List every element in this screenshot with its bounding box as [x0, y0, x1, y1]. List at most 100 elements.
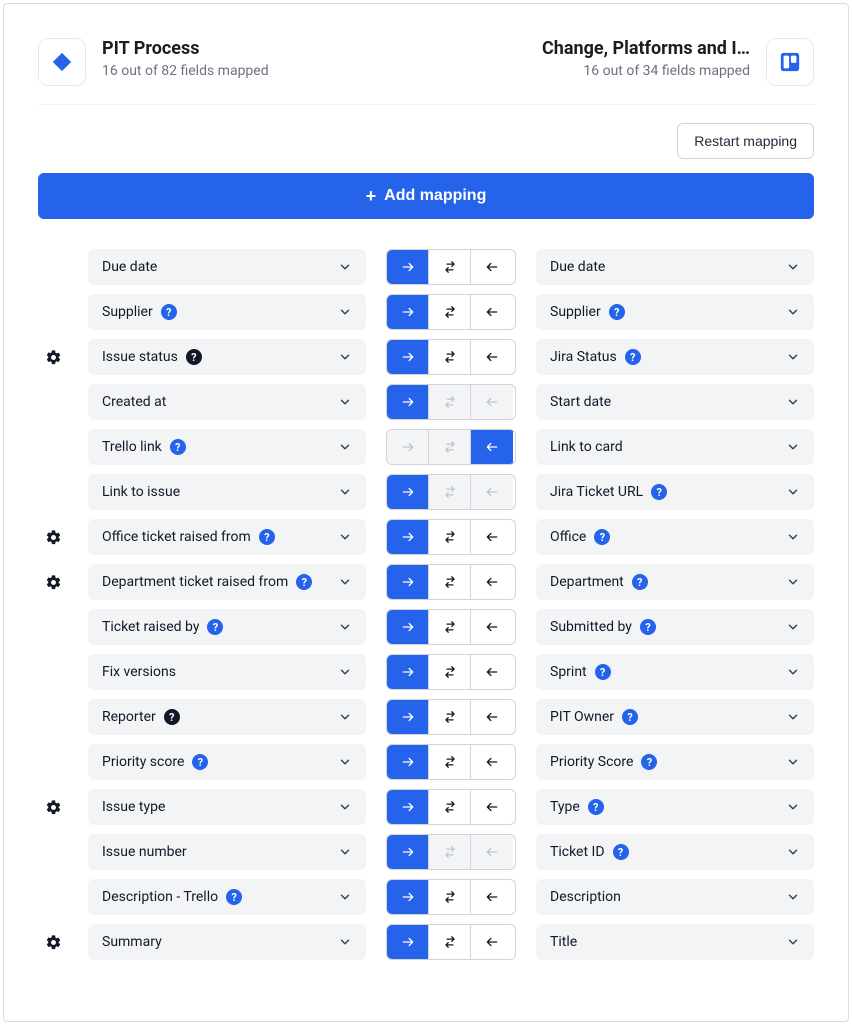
field-select-right[interactable]: Jira Status? [536, 339, 814, 375]
direction-right-button[interactable] [387, 565, 429, 599]
field-select-left[interactable]: Supplier? [88, 294, 366, 330]
field-select-right[interactable]: Supplier? [536, 294, 814, 330]
direction-both-button[interactable] [429, 295, 471, 329]
direction-left-button[interactable] [471, 340, 513, 374]
field-select-left[interactable]: Office ticket raised from? [88, 519, 366, 555]
direction-left-button[interactable] [471, 520, 513, 554]
header: PIT Process 16 out of 82 fields mapped C… [38, 38, 814, 105]
field-select-left[interactable]: Description - Trello? [88, 879, 366, 915]
direction-both-button[interactable] [429, 610, 471, 644]
field-label: Due date [102, 259, 157, 275]
direction-toggle [386, 384, 516, 420]
field-select-left[interactable]: Summary [88, 924, 366, 960]
field-label: Office ticket raised from [102, 529, 251, 545]
field-select-right[interactable]: Submitted by? [536, 609, 814, 645]
direction-both-button[interactable] [429, 790, 471, 824]
direction-right-button[interactable] [387, 250, 429, 284]
direction-both-button[interactable] [429, 700, 471, 734]
chevron-down-icon [786, 575, 800, 589]
direction-left-button[interactable] [471, 745, 513, 779]
direction-right-button[interactable] [387, 835, 429, 869]
direction-toggle [386, 924, 516, 960]
direction-left-button[interactable] [471, 880, 513, 914]
direction-right-button[interactable] [387, 880, 429, 914]
field-select-left[interactable]: Priority score? [88, 744, 366, 780]
field-select-right[interactable]: Type? [536, 789, 814, 825]
field-label: Reporter [102, 709, 156, 725]
restart-mapping-button[interactable]: Restart mapping [677, 123, 814, 159]
info-icon: ? [595, 664, 611, 680]
chevron-down-icon [338, 530, 352, 544]
direction-right-button[interactable] [387, 475, 429, 509]
chevron-down-icon [786, 935, 800, 949]
field-select-right[interactable]: Sprint? [536, 654, 814, 690]
direction-right-button[interactable] [387, 295, 429, 329]
direction-left-button[interactable] [471, 790, 513, 824]
direction-left-button[interactable] [471, 295, 513, 329]
direction-both-button[interactable] [429, 925, 471, 959]
field-select-right[interactable]: Start date [536, 384, 814, 420]
field-select-left[interactable]: Reporter? [88, 699, 366, 735]
gear-icon[interactable] [45, 799, 62, 816]
gear-icon[interactable] [45, 349, 62, 366]
direction-left-button[interactable] [471, 700, 513, 734]
field-select-left[interactable]: Link to issue [88, 474, 366, 510]
direction-both-button[interactable] [429, 880, 471, 914]
field-select-left[interactable]: Issue type [88, 789, 366, 825]
direction-both-button[interactable] [429, 655, 471, 689]
direction-left-button[interactable] [471, 925, 513, 959]
direction-right-button[interactable] [387, 340, 429, 374]
field-select-right[interactable]: Description [536, 879, 814, 915]
direction-right-button[interactable] [387, 655, 429, 689]
settings-slot [38, 924, 68, 960]
field-select-right[interactable]: Link to card [536, 429, 814, 465]
direction-right-button[interactable] [387, 385, 429, 419]
gear-icon[interactable] [45, 934, 62, 951]
direction-left-button[interactable] [471, 430, 513, 464]
field-select-right[interactable]: Department? [536, 564, 814, 600]
field-select-right[interactable]: Title [536, 924, 814, 960]
direction-both-button[interactable] [429, 340, 471, 374]
field-select-left[interactable]: Issue number [88, 834, 366, 870]
gear-icon[interactable] [45, 574, 62, 591]
direction-left-button [471, 835, 513, 869]
add-mapping-button[interactable]: + Add mapping [38, 173, 814, 219]
direction-right-button[interactable] [387, 520, 429, 554]
chevron-down-icon [338, 890, 352, 904]
direction-right-button[interactable] [387, 790, 429, 824]
field-select-right[interactable]: Ticket ID? [536, 834, 814, 870]
direction-right-button[interactable] [387, 610, 429, 644]
direction-left-button[interactable] [471, 565, 513, 599]
field-select-left[interactable]: Trello link? [88, 429, 366, 465]
direction-both-button [429, 430, 471, 464]
field-select-right[interactable]: Priority Score? [536, 744, 814, 780]
chevron-down-icon [338, 485, 352, 499]
direction-both-button[interactable] [429, 565, 471, 599]
field-select-right[interactable]: Jira Ticket URL? [536, 474, 814, 510]
field-select-left[interactable]: Fix versions [88, 654, 366, 690]
chevron-down-icon [786, 260, 800, 274]
settings-slot [38, 744, 68, 780]
field-select-right[interactable]: Due date [536, 249, 814, 285]
direction-both-button[interactable] [429, 745, 471, 779]
info-icon: ? [192, 754, 208, 770]
field-select-left[interactable]: Department ticket raised from? [88, 564, 366, 600]
field-select-left[interactable]: Issue status? [88, 339, 366, 375]
direction-both-button[interactable] [429, 250, 471, 284]
direction-left-button[interactable] [471, 250, 513, 284]
field-label: Start date [550, 394, 611, 410]
info-icon: ? [207, 619, 223, 635]
direction-right-button[interactable] [387, 700, 429, 734]
field-select-right[interactable]: PIT Owner? [536, 699, 814, 735]
direction-both-button[interactable] [429, 520, 471, 554]
field-select-left[interactable]: Due date [88, 249, 366, 285]
field-label: Type [550, 799, 580, 815]
field-select-left[interactable]: Ticket raised by? [88, 609, 366, 645]
field-select-left[interactable]: Created at [88, 384, 366, 420]
field-select-right[interactable]: Office? [536, 519, 814, 555]
direction-left-button[interactable] [471, 610, 513, 644]
direction-right-button[interactable] [387, 745, 429, 779]
direction-right-button[interactable] [387, 925, 429, 959]
gear-icon[interactable] [45, 529, 62, 546]
direction-left-button[interactable] [471, 655, 513, 689]
